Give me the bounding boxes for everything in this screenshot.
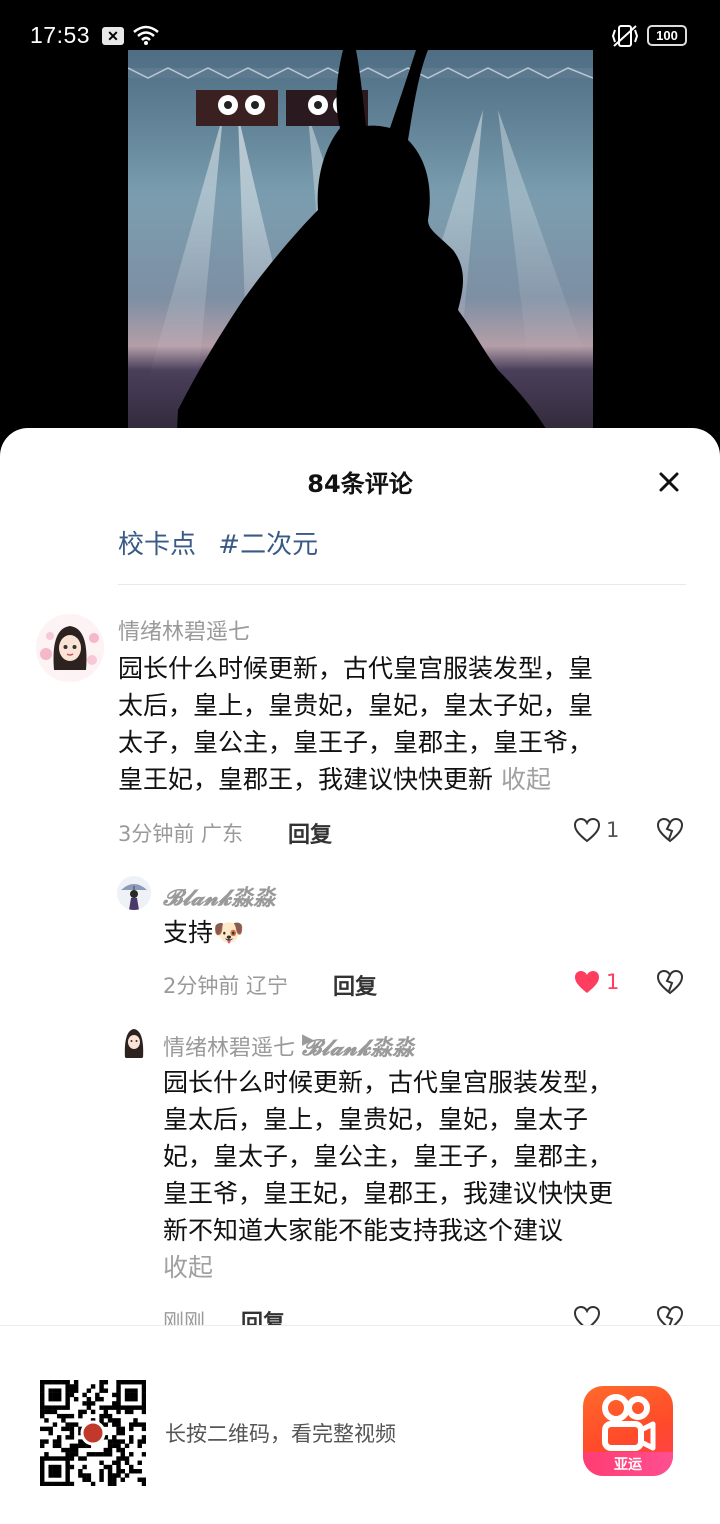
comment-line: 园长什么时候更新，古代皇宫服装发型， (163, 1068, 614, 1097)
reply-button[interactable]: 回复 (333, 969, 377, 1001)
wifi-icon (133, 25, 159, 45)
like-count: 1 (606, 970, 620, 994)
kuaishou-logo[interactable]: 亚运 (583, 1386, 673, 1476)
avatar-image (117, 1026, 151, 1060)
comment-line: 妃，皇太子，皇公主，皇王子，皇郡主， (163, 1142, 614, 1171)
collapse-link[interactable]: 收起 (163, 1249, 683, 1286)
comment-line: 太子，皇公主，皇王子，皇郡主，皇王爷， (118, 728, 594, 757)
comment-line: 皇王爷，皇王妃，皇郡王，我建议快快更 (163, 1179, 614, 1208)
qr-code[interactable] (40, 1380, 146, 1486)
video-player[interactable] (128, 50, 593, 450)
comment-meta: 2分钟前 辽宁 (163, 974, 289, 998)
comment-text: 园长什么时候更新，古代皇宫服装发型，皇 太后，皇上，皇贵妃，皇妃，皇太子妃，皇 … (118, 650, 678, 798)
vibrate-icon (611, 25, 639, 47)
comment-line: 太后，皇上，皇贵妃，皇妃，皇太子妃，皇 (118, 691, 594, 720)
comment-meta: 3分钟前 广东 (118, 822, 244, 846)
like-count: 1 (606, 818, 620, 842)
avatar[interactable] (36, 614, 104, 682)
comment-meta: 刚刚 (163, 1310, 205, 1325)
comment-line-last: 皇王妃，皇郡王，我建议快快更新 收起 (118, 761, 678, 798)
app-logo-text: 亚运 (614, 1457, 642, 1473)
comment-author[interactable]: 𝓑𝓵𝓪𝓷𝓴淼淼 (163, 880, 275, 912)
share-footer: 长按二维码，看完整视频 亚运 (0, 1325, 720, 1524)
avatar[interactable] (117, 1026, 151, 1060)
tag-link[interactable]: #二次元 (218, 530, 318, 560)
broken-heart-icon[interactable] (656, 817, 684, 843)
video-frame-image (128, 50, 593, 450)
camera-logo-icon (602, 1394, 656, 1451)
comment-line: 园长什么时候更新，古代皇宫服装发型，皇 (118, 654, 594, 683)
comment-text: 支持🐶 (163, 914, 244, 951)
video-tags: 校卡点 #二次元 (118, 524, 332, 561)
sheet-title: 84条评论 (307, 470, 413, 498)
reply-button[interactable]: 回复 (241, 1305, 285, 1325)
reply-target-name[interactable]: 𝓑𝓵𝓪𝓷𝓴淼淼 (302, 1035, 414, 1061)
avatar-image (36, 614, 104, 682)
reply-button[interactable]: 回复 (288, 817, 332, 849)
comment-text-body: 支持 (163, 918, 214, 947)
avatar-image (117, 876, 151, 910)
play-triangle-icon: ▶ (302, 1030, 314, 1048)
status-time: 17:53 (30, 22, 91, 48)
comment-sheet: 84条评论 校卡点 #二次元 情绪林碧遥七 园长什么时候更新，古代皇宫服装发型，… (0, 428, 720, 1325)
comment-author[interactable]: 情绪林碧遥七 (118, 614, 250, 646)
comment-line: 皇王妃，皇郡王，我建议快快更新 (118, 765, 494, 794)
tag-link[interactable]: 校卡点 (118, 530, 196, 560)
comment-line: 皇太后，皇上，皇贵妃，皇妃，皇太子 (163, 1105, 589, 1134)
heart-icon[interactable] (573, 1305, 601, 1325)
broken-heart-icon[interactable] (656, 1305, 684, 1325)
qr-hint: 长按二维码，看完整视频 (165, 1422, 396, 1446)
broken-heart-icon[interactable] (656, 969, 684, 995)
comment-author: 情绪林碧遥七 ▶ 𝓑𝓵𝓪𝓷𝓴淼淼 (163, 1030, 414, 1062)
heart-filled-icon[interactable] (573, 969, 601, 995)
notification-icon: ✕ (102, 27, 124, 45)
divider (118, 584, 686, 585)
close-icon[interactable] (651, 464, 687, 500)
dog-emoji: 🐶 (213, 918, 245, 947)
comment-text: 园长什么时候更新，古代皇宫服装发型， 皇太后，皇上，皇贵妃，皇妃，皇太子 妃，皇… (163, 1064, 683, 1286)
comment-author-name[interactable]: 情绪林碧遥七 (163, 1036, 295, 1061)
heart-icon[interactable] (573, 817, 601, 843)
comment-line: 新不知道大家能不能支持我这个建议 (163, 1216, 564, 1245)
battery-indicator: 100 (647, 25, 687, 46)
collapse-link[interactable]: 收起 (501, 765, 551, 794)
avatar[interactable] (117, 876, 151, 910)
